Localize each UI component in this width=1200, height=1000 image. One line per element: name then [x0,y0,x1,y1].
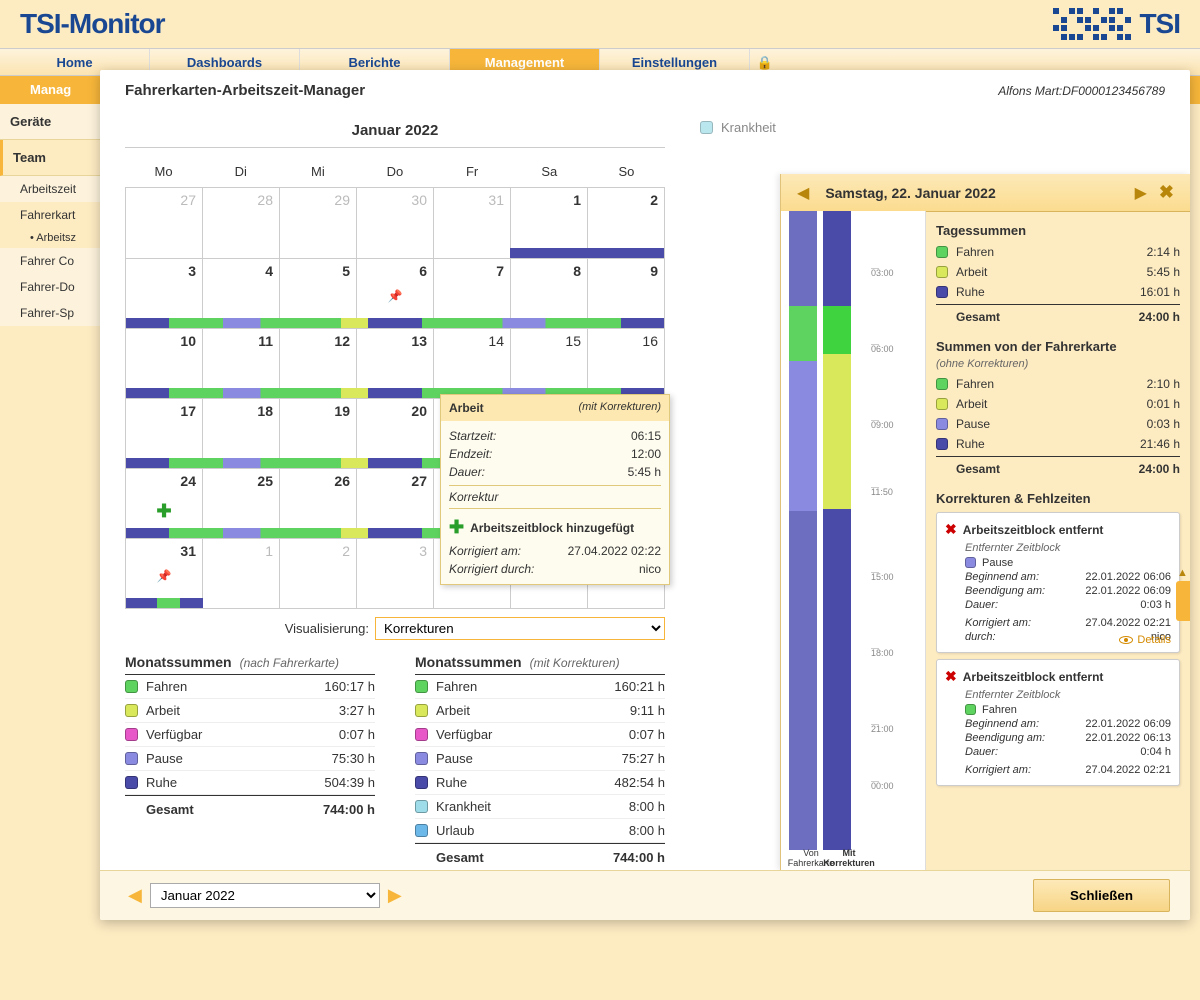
sidebar-cat-devices[interactable]: Geräte [0,104,100,140]
weekday-header: Do [356,156,433,187]
daysum-row: Fahren2:10 h [936,374,1180,394]
daysum-title: Summen von der Fahrerkarte [936,339,1180,354]
daysum-row: Ruhe21:46 h [936,434,1180,454]
sidebar-item-fahrer-sp[interactable]: Fahrer-Sp [0,300,100,326]
day-close-icon[interactable]: ✖ [1153,182,1180,203]
calendar-cell[interactable]: 3 [356,539,433,608]
logo: TSI [1053,8,1180,40]
sidebar: Geräte Team Arbeitszeit Fahrerkart • Arb… [0,104,100,326]
marker-icon: 📌 [388,289,403,303]
monthsum-row: Arbeit9:11 h [415,699,665,723]
calendar-cell[interactable]: 31 [433,188,510,258]
month-select[interactable]: Januar 2022 [150,883,380,908]
sidebar-item-fahrerkarten[interactable]: Fahrerkart [0,202,100,228]
vis-label: Visualisierung: [285,621,369,636]
monthsum-title: Monatssummen [125,654,232,670]
correction-box: ✖Arbeitszeitblock entfernt Entfernter Ze… [936,659,1180,786]
weekday-header: Mo [125,156,202,187]
marker-icon: 📌 [157,569,172,583]
plus-icon: ✚ [156,501,171,522]
remove-icon: ✖ [945,668,957,685]
day-panel: ◀ Samstag, 22. Januar 2022 ▶ ✖ 03:0006:0… [780,174,1190,870]
plus-icon: ✚ [449,517,464,538]
dialog-user: Alfons Mart:DF0000123456789 [998,84,1165,98]
weekday-header: So [588,156,665,187]
calendar-cell[interactable]: 28 [202,188,279,258]
monthsum-row: Verfügbar0:07 h [415,723,665,747]
weekday-header: Mi [279,156,356,187]
dialog-title: Fahrerkarten-Arbeitszeit-Manager [125,82,365,99]
close-button[interactable]: Schließen [1033,879,1170,912]
daysum-row: Arbeit0:01 h [936,394,1180,414]
monthsum-row: Ruhe482:54 h [415,771,665,795]
daysum-row: Fahren2:14 h [936,242,1180,262]
calendar-cell[interactable]: 29 [279,188,356,258]
scroll-indicator[interactable] [1176,581,1190,621]
calendar-month-title: Januar 2022 [125,114,665,148]
month-next-icon[interactable]: ▶ [380,885,410,906]
app-title: TSI-Monitor [20,8,165,40]
main-dialog: Fahrerkarten-Arbeitszeit-Manager Alfons … [100,70,1190,920]
daysum-title: Tagessummen [936,223,1180,238]
daysum-row: Pause0:03 h [936,414,1180,434]
sidebar-subitem-arbeitszeit[interactable]: • Arbeitsz [0,228,100,248]
monthsum-row: Urlaub8:00 h [415,819,665,843]
eye-icon [1119,636,1133,644]
details-link[interactable]: Details [1119,634,1171,646]
monthsum-row: Arbeit3:27 h [125,699,375,723]
weekday-header: Di [202,156,279,187]
month-prev-icon[interactable]: ◀ [120,885,150,906]
bg-sickness-row: Krankheit [690,114,1190,141]
monthsum-row: Pause75:27 h [415,747,665,771]
monthsum-row: Krankheit8:00 h [415,795,665,819]
day-title: Samstag, 22. Januar 2022 [815,185,1128,201]
remove-icon: ✖ [945,521,957,538]
day-next-icon[interactable]: ▶ [1129,183,1153,203]
daysum-row: Ruhe16:01 h [936,282,1180,302]
monthsum-row: Fahren160:21 h [415,675,665,699]
calendar-cell[interactable]: 2 [279,539,356,608]
sidebar-cat-team[interactable]: Team [0,140,100,176]
sidebar-item-fahrer-co[interactable]: Fahrer Co [0,248,100,274]
korrekturen-title: Korrekturen & Fehlzeiten [936,491,1180,506]
monthsum-row: Pause75:30 h [125,747,375,771]
work-tooltip: Arbeit(mit Korrekturen) Startzeit:06:15 … [440,394,670,585]
sidebar-item-arbeitszeit[interactable]: Arbeitszeit [0,176,100,202]
weekday-header: Fr [434,156,511,187]
day-prev-icon[interactable]: ◀ [791,183,815,203]
correction-box: ✖Arbeitszeitblock entfernt Entfernter Ze… [936,512,1180,653]
calendar-cell[interactable]: 1 [202,539,279,608]
monthsum-row: Verfügbar0:07 h [125,723,375,747]
weekday-header: Sa [511,156,588,187]
monthsum-row: Fahren160:17 h [125,675,375,699]
monthsum-row: Ruhe504:39 h [125,771,375,795]
calendar-cell[interactable]: 30 [356,188,433,258]
monthsum-title: Monatssummen [415,654,522,670]
daysum-row: Arbeit5:45 h [936,262,1180,282]
sidebar-item-fahrer-do[interactable]: Fahrer-Do [0,274,100,300]
calendar-cell[interactable]: 27 [126,188,202,258]
day-timeline: 03:0006:0009:0011:5015:0018:0021:0000:00… [781,211,926,870]
vis-select[interactable]: Korrekturen [375,617,665,640]
